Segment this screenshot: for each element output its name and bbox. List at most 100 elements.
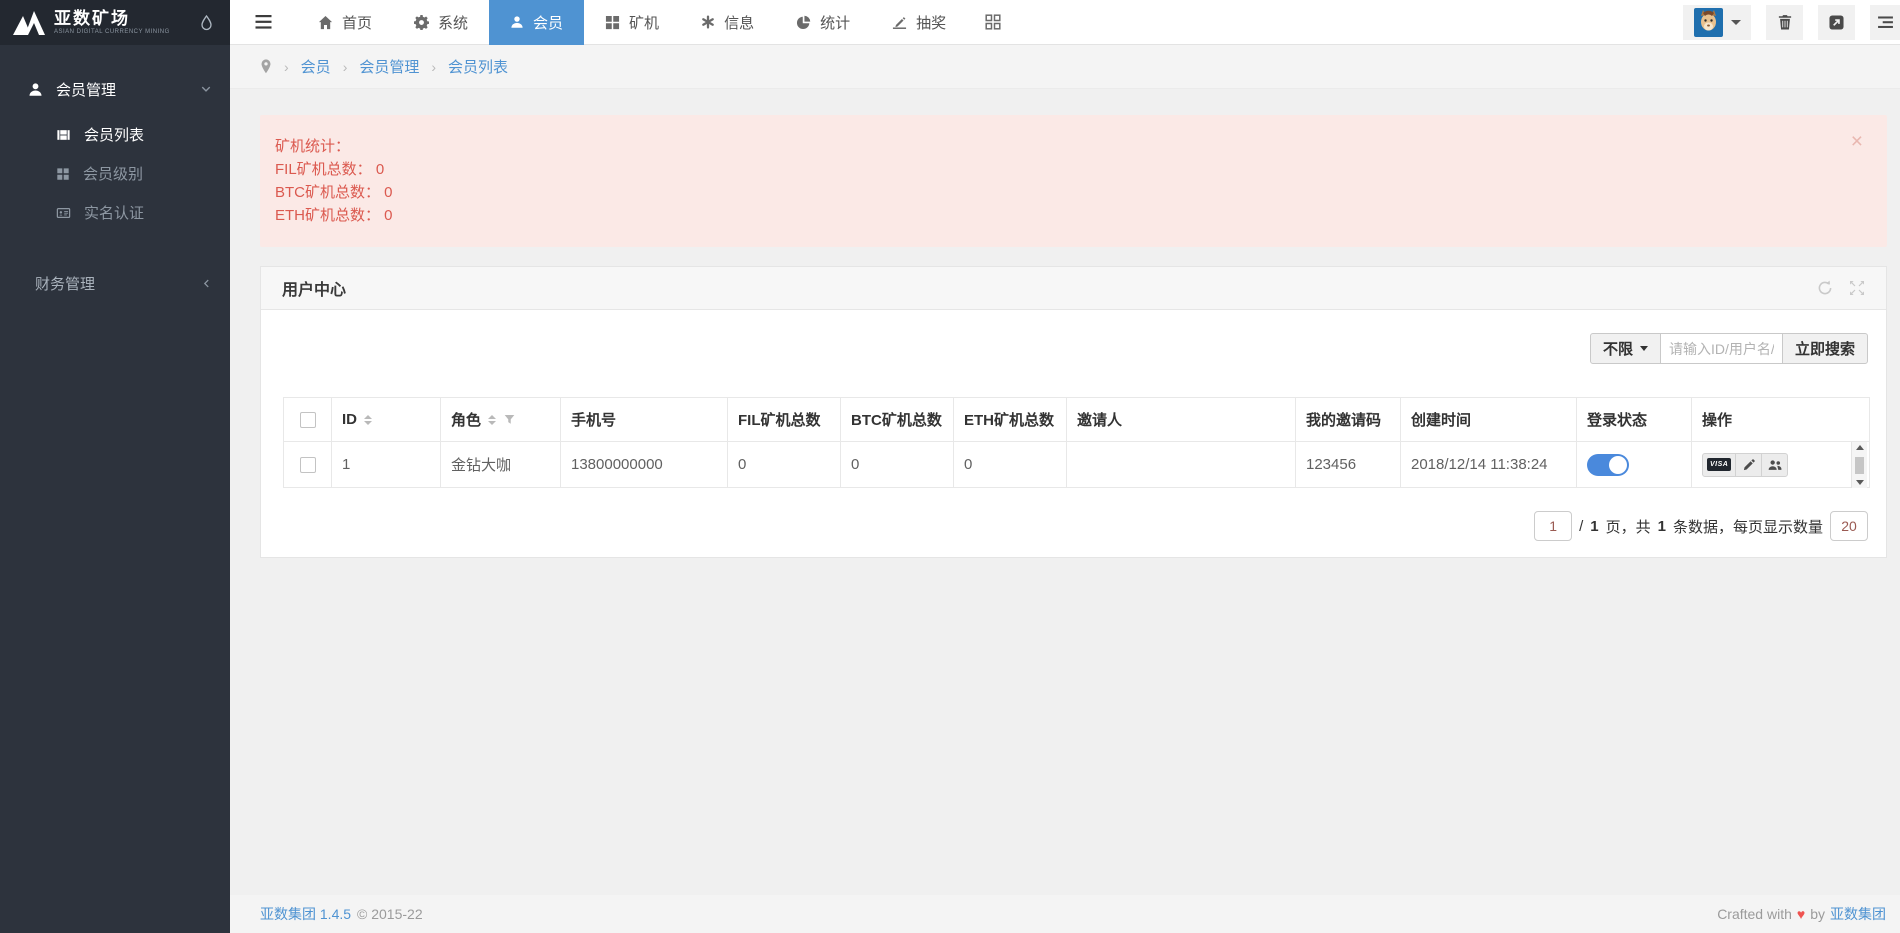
alert-line-eth: ETH矿机总数： 0: [275, 207, 393, 224]
header-actions: 操作: [1691, 397, 1870, 442]
list-menu-button[interactable]: [1870, 4, 1900, 40]
home-icon: [318, 15, 333, 30]
cell-role: 金钻大咖: [440, 441, 561, 488]
nav-item-miner[interactable]: 矿机: [584, 0, 680, 45]
search-input[interactable]: [1659, 333, 1783, 364]
breadcrumb: › 会员 › 会员管理 › 会员列表: [230, 45, 1900, 89]
map-marker-icon: [260, 59, 272, 74]
asterisk-icon: [701, 15, 715, 29]
member-table-wrap: ID 角色 手机号 FIL矿机总数 BTC矿机总数 ETH矿机总数 邀请人 我的…: [283, 397, 1870, 488]
nav-item-lottery[interactable]: 抽奖: [871, 0, 967, 45]
row-action-buttons: VISA: [1702, 452, 1789, 477]
brand-title: 亚数矿场: [54, 8, 130, 28]
trash-button[interactable]: [1766, 4, 1803, 40]
nav-item-stats[interactable]: 统计: [775, 0, 871, 45]
scrollbar-thumb[interactable]: [1855, 456, 1864, 474]
list-lines-icon: [1877, 15, 1893, 29]
breadcrumb-link-member-list[interactable]: 会员列表: [448, 56, 508, 77]
signature-icon: [892, 15, 907, 30]
sidebar-item-realname-auth[interactable]: 实名认证: [0, 193, 230, 232]
apps-grid-icon[interactable]: [967, 14, 1019, 30]
row-checkbox[interactable]: [299, 457, 316, 474]
footer-crafted: Crafted with ♥ by 亚数集团: [1717, 904, 1886, 924]
top-navbar: 首页 系统 会员 矿机 信息 统计 抽奖: [230, 0, 1900, 45]
page-size-input[interactable]: [1830, 511, 1868, 541]
hamburger-menu-icon[interactable]: [230, 15, 297, 29]
visa-card-button[interactable]: VISA: [1702, 452, 1737, 477]
filter-icon[interactable]: [504, 414, 515, 425]
nav-item-member[interactable]: 会员: [489, 0, 585, 45]
trash-icon: [1778, 14, 1792, 30]
nav-item-system[interactable]: 系统: [393, 0, 489, 45]
alert-line-btc: BTC矿机总数： 0: [275, 184, 393, 201]
scroll-down-icon[interactable]: [1855, 480, 1864, 485]
nav-item-label: 系统: [438, 14, 469, 32]
footer: 亚数集团 1.4.5 © 2015-22 Crafted with ♥ by 亚…: [230, 895, 1900, 933]
external-link-button[interactable]: [1818, 4, 1855, 40]
fullscreen-icon[interactable]: [1849, 280, 1865, 296]
panel-body: 不限 立即搜索: [261, 310, 1886, 557]
header-fil-total: FIL矿机总数: [727, 397, 841, 442]
members-button[interactable]: [1761, 452, 1789, 477]
nav-item-home[interactable]: 首页: [297, 0, 393, 45]
users-icon: [1768, 459, 1782, 471]
pie-chart-icon: [796, 15, 811, 30]
th-icon: [56, 167, 70, 181]
sidebar-submenu: 会员列表 会员级别 实名认证: [0, 111, 230, 234]
header-id: ID: [331, 397, 441, 442]
alert-title: 矿机统计：: [275, 138, 351, 155]
page-number-input[interactable]: [1534, 511, 1573, 541]
nav-item-label: 统计: [820, 14, 851, 32]
filter-dropdown-button[interactable]: 不限: [1589, 333, 1661, 364]
sidebar-group-member-management[interactable]: 会员管理: [0, 67, 230, 111]
sidebar-group-finance-management[interactable]: 财务管理: [0, 262, 230, 304]
cell-actions: VISA: [1691, 441, 1870, 488]
filter-dropdown-label: 不限: [1602, 341, 1633, 358]
user-avatar-dropdown[interactable]: [1683, 4, 1751, 40]
brand-subtitle: ASIAN DIGITAL CURRENCY MINING: [54, 28, 170, 35]
table-row: 1 金钻大咖 13800000000 0 0 0 123456 2018/12/…: [283, 441, 1870, 488]
nav-item-info[interactable]: 信息: [680, 0, 775, 45]
header-label: 角色: [451, 412, 482, 429]
gear-icon: [414, 14, 430, 30]
sort-icon[interactable]: [364, 414, 372, 425]
breadcrumb-link-member[interactable]: 会员: [301, 56, 331, 77]
external-link-icon: [1829, 14, 1844, 30]
crafted-by-text: by: [1810, 906, 1825, 922]
table-scrollbar[interactable]: [1851, 442, 1867, 488]
sidebar-item-member-list[interactable]: 会员列表: [0, 115, 230, 154]
footer-crafted-brand-link[interactable]: 亚数集团: [1830, 904, 1886, 924]
main-area: 首页 系统 会员 矿机 信息 统计 抽奖 › 会员 › 会员管理 › 会员列表 …: [230, 0, 1900, 933]
search-button[interactable]: 立即搜索: [1781, 333, 1868, 364]
header-btc-total: BTC矿机总数: [840, 397, 954, 442]
sidebar-item-label: 会员级别: [83, 166, 144, 183]
login-status-toggle[interactable]: [1587, 453, 1629, 476]
heart-icon: ♥: [1796, 906, 1806, 922]
cell-created-at: 2018/12/14 11:38:24: [1400, 441, 1577, 488]
panel-title: 用户中心: [282, 282, 347, 299]
cell-eth-total: 0: [953, 441, 1067, 488]
total-pages: 1: [1590, 517, 1599, 535]
footer-brand-link[interactable]: 亚数集团 1.4.5: [260, 904, 351, 924]
breadcrumb-link-member-management[interactable]: 会员管理: [359, 56, 419, 77]
user-icon: [28, 82, 43, 97]
breadcrumb-separator: ›: [284, 58, 289, 75]
edit-button[interactable]: [1735, 452, 1763, 477]
cell-btc-total: 0: [840, 441, 954, 488]
select-all-checkbox[interactable]: [299, 412, 316, 429]
header-invite-code: 我的邀请码: [1295, 397, 1401, 442]
header-role: 角色: [440, 397, 561, 442]
scroll-up-icon[interactable]: [1855, 445, 1864, 450]
film-icon: [56, 128, 71, 142]
refresh-icon[interactable]: [1817, 280, 1833, 296]
sort-icon[interactable]: [488, 414, 497, 425]
sidebar-item-member-level[interactable]: 会员级别: [0, 154, 230, 193]
nav-item-label: 会员: [533, 14, 564, 32]
panel-header: 用户中心: [261, 267, 1886, 310]
brand-text: 亚数矿场 ASIAN DIGITAL CURRENCY MINING: [54, 8, 170, 35]
close-icon[interactable]: ×: [1851, 131, 1863, 152]
header-checkbox-cell: [283, 397, 332, 442]
count-label: 条数据，每页显示数量: [1672, 518, 1823, 536]
header-login-status: 登录状态: [1576, 397, 1692, 442]
alert-line-fil: FIL矿机总数： 0: [275, 161, 385, 178]
